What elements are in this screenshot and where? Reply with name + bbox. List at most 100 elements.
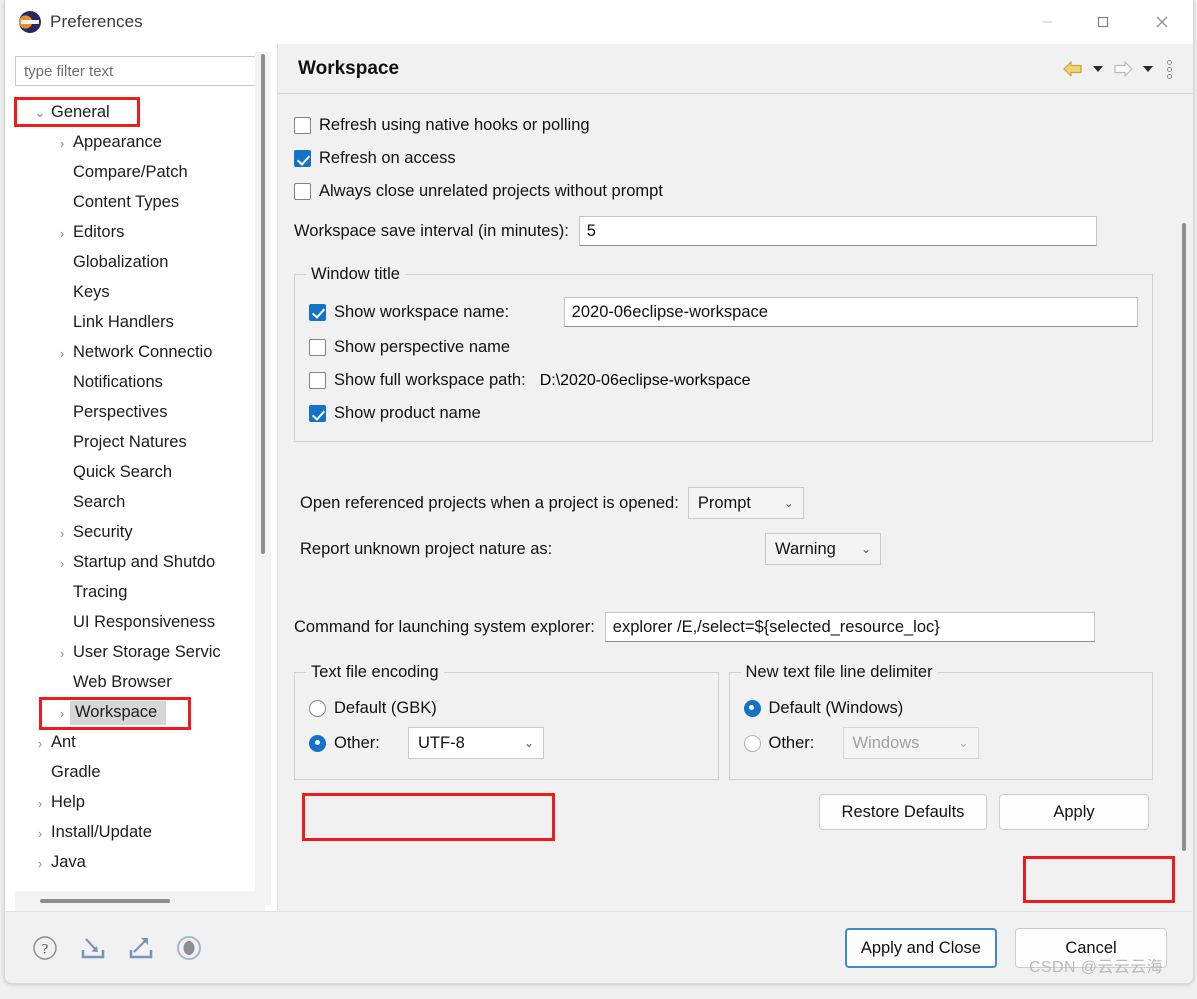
tree-item-editors[interactable]: › Editors	[15, 218, 251, 248]
show-product-name-row[interactable]: Show product name	[309, 397, 1138, 430]
chevron-right-icon[interactable]: ›	[29, 736, 51, 751]
watermark: CSDN @云云云海	[1028, 959, 1163, 976]
close-icon[interactable]	[1131, 0, 1193, 44]
tree-item-link-handlers[interactable]: Link Handlers	[15, 308, 251, 338]
report-nature-label: Report unknown project nature as:	[300, 539, 553, 558]
help-icon[interactable]: ?	[29, 932, 61, 964]
encoding-other-row[interactable]: Other: UTF-8 ⌄	[309, 725, 704, 761]
page-vertical-scrollbar[interactable]	[1175, 95, 1193, 911]
checkbox-box[interactable]	[294, 117, 311, 134]
tree-item-general[interactable]: ⌄ General	[15, 98, 251, 128]
show-full-workspace-path-row[interactable]: Show full workspace path: D:\2020-06ecli…	[309, 364, 1138, 397]
tree-item-perspectives[interactable]: Perspectives	[15, 398, 251, 428]
tree-item-label: Gradle	[51, 763, 101, 781]
tree-item-startup-and-shutdo[interactable]: › Startup and Shutdo	[15, 548, 251, 578]
tree-item-gradle[interactable]: Gradle	[15, 758, 251, 788]
tree-item-ui-responsiveness[interactable]: UI Responsiveness	[15, 608, 251, 638]
radio-button[interactable]	[743, 699, 761, 717]
checkbox-box[interactable]	[309, 372, 326, 389]
export-icon[interactable]	[125, 932, 157, 964]
chevron-right-icon[interactable]: ›	[29, 826, 51, 841]
checkbox-always-close-unrelated[interactable]: Always close unrelated projects without …	[294, 175, 1153, 208]
chevron-right-icon[interactable]: ›	[51, 226, 73, 241]
record-icon[interactable]	[173, 932, 205, 964]
show-perspective-name-row[interactable]: Show perspective name	[309, 331, 1138, 364]
forward-dropdown-icon[interactable]	[1139, 54, 1157, 84]
report-nature-select[interactable]: Warning ⌄	[765, 533, 881, 565]
tree-item-tracing[interactable]: Tracing	[15, 578, 251, 608]
checkbox-refresh-native-hooks[interactable]: Refresh using native hooks or polling	[294, 109, 1153, 142]
tree-item-project-natures[interactable]: Project Natures	[15, 428, 251, 458]
checkbox-box[interactable]	[309, 405, 326, 422]
encoding-default-row[interactable]: Default (GBK)	[309, 691, 704, 725]
chevron-right-icon[interactable]: ›	[29, 796, 51, 811]
minimize-icon[interactable]	[1019, 0, 1075, 44]
chevron-right-icon[interactable]: ›	[51, 556, 73, 571]
save-interval-input[interactable]	[578, 216, 1097, 246]
tree-item-keys[interactable]: Keys	[15, 278, 251, 308]
chevron-down-icon[interactable]: ⌄	[29, 105, 51, 121]
tree-item-install-update[interactable]: › Install/Update	[15, 818, 251, 848]
forward-arrow-icon[interactable]	[1109, 54, 1137, 84]
tree-item-user-storage-servic[interactable]: › User Storage Servic	[15, 638, 251, 668]
radio-button[interactable]	[309, 699, 326, 717]
chevron-down-icon: ⌄	[860, 542, 871, 556]
import-icon[interactable]	[77, 932, 109, 964]
tree-item-label: Tracing	[73, 583, 128, 601]
tree-item-label: Compare/Patch	[73, 163, 188, 181]
delimiter-other-row[interactable]: Other: Windows ⌄	[743, 725, 1139, 761]
view-menu-icon[interactable]	[1159, 54, 1179, 84]
tree-horizontal-scrollbar[interactable]	[15, 891, 265, 911]
apply-and-close-button[interactable]: Apply and Close	[844, 928, 997, 968]
tree-item-java[interactable]: › Java	[15, 848, 251, 878]
chevron-right-icon[interactable]: ›	[51, 136, 73, 151]
chevron-right-icon[interactable]: ›	[51, 346, 73, 361]
checkbox-box[interactable]	[309, 303, 326, 321]
checkbox-box[interactable]	[294, 183, 311, 200]
chevron-right-icon[interactable]: ›	[51, 526, 73, 541]
maximize-icon[interactable]	[1075, 0, 1131, 44]
back-dropdown-icon[interactable]	[1089, 54, 1107, 84]
tree-item-label: Web Browser	[73, 673, 172, 691]
system-explorer-input[interactable]	[604, 612, 1095, 642]
page-vertical-scrollbar-thumb[interactable]	[1182, 223, 1186, 851]
show-perspective-name-label: Show perspective name	[334, 338, 511, 356]
tree-item-web-browser[interactable]: Web Browser	[15, 668, 251, 698]
tree-item-notifications[interactable]: Notifications	[15, 368, 251, 398]
chevron-right-icon[interactable]: ›	[29, 856, 51, 871]
tree-item-workspace[interactable]: › Workspace	[15, 698, 251, 728]
tree-item-appearance[interactable]: › Appearance	[15, 128, 251, 158]
tree-horizontal-scrollbar-thumb[interactable]	[40, 899, 170, 903]
back-arrow-icon[interactable]	[1059, 54, 1087, 84]
checkbox-label: Refresh on access	[319, 149, 456, 167]
tree-item-security[interactable]: › Security	[15, 518, 251, 548]
encoding-select[interactable]: UTF-8 ⌄	[408, 727, 544, 759]
tree-item-network-connectio[interactable]: › Network Connectio	[15, 338, 251, 368]
checkbox-refresh-on-access[interactable]: Refresh on access	[294, 142, 1153, 175]
tree-item-quick-search[interactable]: Quick Search	[15, 458, 251, 488]
radio-button[interactable]	[743, 734, 761, 752]
tree-item-label: Install/Update	[51, 823, 152, 841]
filter-input[interactable]	[15, 56, 266, 86]
tree-item-ant[interactable]: › Ant	[15, 728, 251, 758]
workspace-name-input[interactable]	[563, 297, 1138, 327]
dialog-footer: ? Apply and Close Cancel CSDN @云云云海	[5, 911, 1193, 983]
preferences-tree: ⌄ General › Appearance Compare/Patch Content …	[15, 98, 266, 889]
checkbox-box[interactable]	[309, 339, 326, 356]
tree-item-content-types[interactable]: Content Types	[15, 188, 251, 218]
delimiter-default-row[interactable]: Default (Windows)	[743, 691, 1139, 725]
tree-item-search[interactable]: Search	[15, 488, 251, 518]
tree-vertical-scrollbar[interactable]	[255, 52, 271, 905]
tree-item-help[interactable]: › Help	[15, 788, 251, 818]
restore-defaults-button[interactable]: Restore Defaults	[819, 794, 987, 830]
open-referenced-select[interactable]: Prompt ⌄	[687, 487, 804, 519]
chevron-down-icon: ⌄	[958, 736, 969, 750]
radio-button[interactable]	[309, 734, 326, 752]
save-interval-label: Workspace save interval (in minutes):	[294, 221, 569, 240]
tree-vertical-scrollbar-thumb[interactable]	[261, 54, 265, 554]
checkbox-box[interactable]	[294, 150, 311, 167]
chevron-right-icon[interactable]: ›	[51, 646, 73, 661]
tree-item-globalization[interactable]: Globalization	[15, 248, 251, 278]
apply-button[interactable]: Apply	[999, 794, 1149, 830]
tree-item-compare-patch[interactable]: Compare/Patch	[15, 158, 251, 188]
